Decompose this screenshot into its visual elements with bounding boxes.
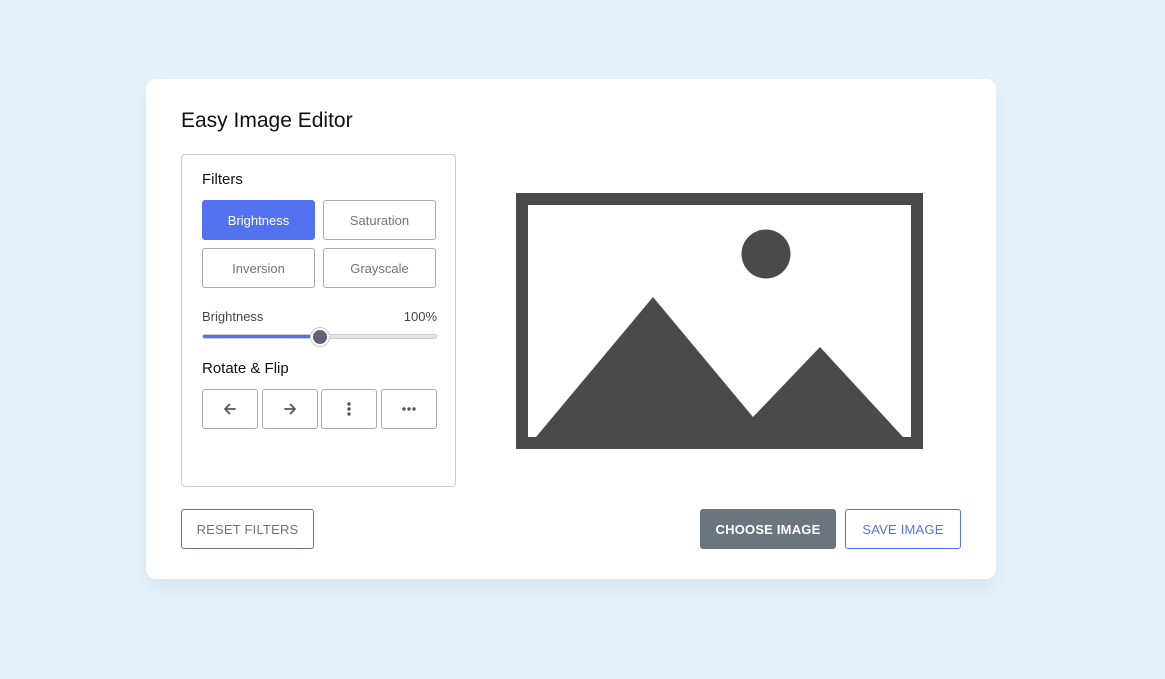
filter-saturation-button[interactable]: Saturation xyxy=(323,200,436,240)
filter-inversion-button[interactable]: Inversion xyxy=(202,248,315,288)
choose-image-button[interactable]: CHOOSE IMAGE xyxy=(700,509,836,549)
reset-filters-button[interactable]: RESET FILTERS xyxy=(181,509,314,549)
arrow-left-icon xyxy=(224,403,236,415)
slider-info: Brightness 100% xyxy=(202,309,437,324)
save-image-button[interactable]: SAVE IMAGE xyxy=(845,509,961,549)
flip-vertical-button[interactable] xyxy=(321,389,377,429)
slider-name: Brightness xyxy=(202,309,264,324)
slider-value: 100% xyxy=(403,309,437,324)
editor-panel: Filters Brightness Saturation Inversion … xyxy=(181,154,456,487)
brightness-slider[interactable] xyxy=(202,327,437,346)
image-preview xyxy=(516,193,923,449)
app-title: Easy Image Editor xyxy=(181,109,353,132)
rotate-heading: Rotate & Flip xyxy=(202,360,289,377)
vertical-dots-icon xyxy=(347,402,351,416)
flip-horizontal-button[interactable] xyxy=(381,389,437,429)
filters-heading: Filters xyxy=(202,171,243,188)
slider-fill xyxy=(203,335,320,338)
image-placeholder-icon xyxy=(516,193,923,449)
horizontal-dots-icon xyxy=(402,407,416,411)
filter-brightness-button[interactable]: Brightness xyxy=(202,200,315,240)
rotate-right-button[interactable] xyxy=(262,389,318,429)
filter-grayscale-button[interactable]: Grayscale xyxy=(323,248,436,288)
slider-thumb[interactable] xyxy=(310,327,329,346)
editor-card: Easy Image Editor Filters Brightness Sat… xyxy=(146,79,996,579)
arrow-right-icon xyxy=(284,403,296,415)
rotate-left-button[interactable] xyxy=(202,389,258,429)
